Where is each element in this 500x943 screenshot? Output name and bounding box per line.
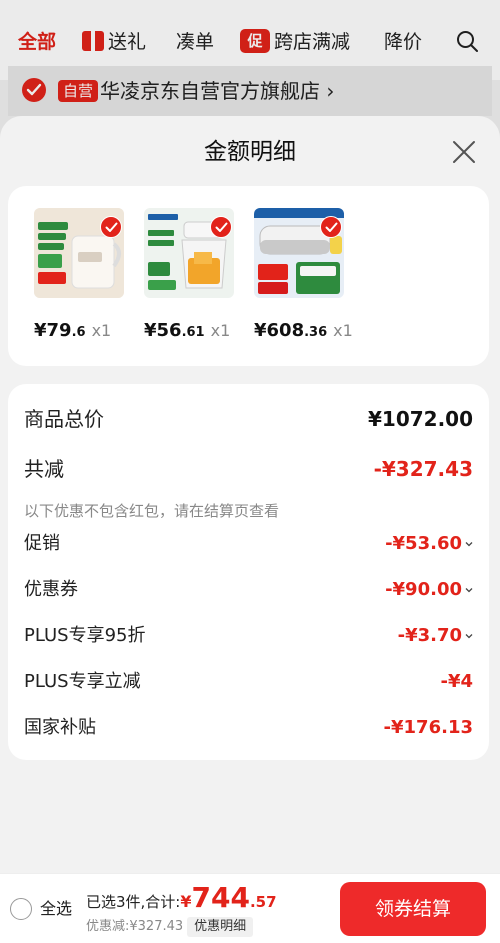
product-price: ¥608.36 <box>254 320 327 341</box>
total-amount-decimal: .57 <box>249 893 277 911</box>
products-card: ¥79.6 x1 ¥56.61 x1 ¥608.36 x1 <box>8 186 489 366</box>
product-thumbnail[interactable] <box>34 208 124 298</box>
total-reduction-value: -¥327.43 <box>373 457 473 481</box>
product-item[interactable]: ¥56.61 x1 <box>144 208 244 341</box>
chevron-down-icon[interactable] <box>465 541 473 547</box>
product-quantity: x1 <box>210 321 231 340</box>
amount-detail-sheet: 金额明细 ¥79.6 x1 ¥56.61 x1 ¥608.36 x1 商品总价 … <box>0 116 500 943</box>
product-price-row: ¥56.61 x1 <box>144 320 259 341</box>
discount-summary: 优惠减:¥327.43 优惠明细 <box>86 917 254 937</box>
total-reduction-label: 共减 <box>24 457 64 481</box>
coupon-row[interactable]: 优惠券 -¥90.00 <box>24 575 473 605</box>
promotion-amount: -¥53.60 <box>385 533 462 554</box>
price-decimal: .61 <box>181 325 205 340</box>
total-amount-integer: 744 <box>191 881 250 914</box>
product-thumbnail[interactable] <box>144 208 234 298</box>
coupon-value: -¥90.00 <box>385 575 473 605</box>
selected-check-icon <box>320 216 342 238</box>
selected-check-icon <box>100 216 122 238</box>
selected-check-icon <box>210 216 232 238</box>
coupon-label: 优惠券 <box>24 579 78 600</box>
price-integer: ¥79 <box>34 320 72 341</box>
total-summary: 已选3件,合计:¥744.57 <box>86 884 277 916</box>
product-price-row: ¥608.36 x1 <box>254 320 369 341</box>
close-icon[interactable] <box>450 138 478 166</box>
amount-breakdown-card: 商品总价 ¥1072.00 共减 -¥327.43 以下优惠不包含红包，请在结算… <box>8 384 489 760</box>
price-decimal: .36 <box>304 325 328 340</box>
product-price: ¥56.61 <box>144 320 205 341</box>
select-all-label[interactable]: 全选 <box>40 896 72 922</box>
discount-text: 优惠减:¥327.43 <box>86 919 184 934</box>
checkout-button[interactable]: 领券结算 <box>340 882 486 936</box>
product-item[interactable]: ¥608.36 x1 <box>254 208 354 341</box>
selected-count-text: 已选3件,合计: <box>86 893 181 911</box>
checkout-bar: 全选 已选3件,合计:¥744.57 优惠减:¥327.43 优惠明细 领券结算 <box>0 873 500 943</box>
plus-reduce-label: PLUS专享立减 <box>24 671 141 692</box>
national-subsidy-label: 国家补贴 <box>24 717 96 738</box>
plus-discount-value: -¥3.70 <box>398 621 473 651</box>
product-item[interactable]: ¥79.6 x1 <box>34 208 134 341</box>
coupon-amount: -¥90.00 <box>385 579 462 600</box>
promotion-value: -¥53.60 <box>385 529 473 559</box>
chevron-down-icon[interactable] <box>465 587 473 593</box>
discount-note: 以下优惠不包含红包，请在结算页查看 <box>24 502 280 520</box>
total-price-row: 商品总价 ¥1072.00 <box>24 404 473 434</box>
price-decimal: .6 <box>71 325 86 340</box>
plus-discount-row[interactable]: PLUS专享95折 -¥3.70 <box>24 621 473 651</box>
plus-discount-amount: -¥3.70 <box>397 625 462 646</box>
select-all-checkbox[interactable] <box>10 898 32 920</box>
discount-detail-button[interactable]: 优惠明细 <box>187 917 254 937</box>
currency-symbol: ¥ <box>180 892 192 911</box>
total-price-value: ¥1072.00 <box>367 407 473 431</box>
product-price: ¥79.6 <box>34 320 86 341</box>
product-thumbnail[interactable] <box>254 208 344 298</box>
plus-discount-label: PLUS专享95折 <box>24 625 146 646</box>
plus-reduce-value: -¥4 <box>440 671 473 692</box>
chevron-down-icon[interactable] <box>465 633 473 639</box>
price-integer: ¥608 <box>254 320 305 341</box>
promotion-label: 促销 <box>24 533 60 554</box>
product-price-row: ¥79.6 x1 <box>34 320 149 341</box>
product-quantity: x1 <box>333 321 353 340</box>
total-price-label: 商品总价 <box>24 407 104 431</box>
promotion-row[interactable]: 促销 -¥53.60 <box>24 529 473 559</box>
national-subsidy-row: 国家补贴 -¥176.13 <box>24 713 473 743</box>
price-integer: ¥56 <box>144 320 182 341</box>
total-reduction-row: 共减 -¥327.43 <box>24 454 473 484</box>
national-subsidy-value: -¥176.13 <box>383 717 473 738</box>
plus-reduce-row: PLUS专享立减 -¥4 <box>24 667 473 697</box>
sheet-title: 金额明细 <box>204 139 296 165</box>
product-quantity: x1 <box>91 321 112 340</box>
